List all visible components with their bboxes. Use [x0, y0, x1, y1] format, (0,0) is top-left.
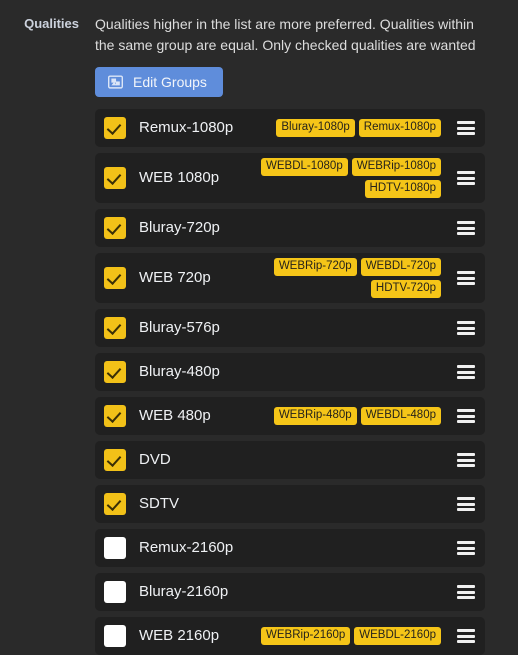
drag-handle-icon[interactable] [457, 220, 475, 236]
quality-badge: WEBDL-2160p [354, 627, 441, 645]
quality-checkbox-checked[interactable] [104, 167, 126, 189]
quality-row[interactable]: WEB 2160p WEBRip-2160p WEBDL-2160p [95, 617, 485, 655]
qualities-section-content: Qualities higher in the list are more pr… [95, 14, 518, 655]
quality-row[interactable]: Remux-1080p Bluray-1080p Remux-1080p [95, 109, 485, 147]
quality-row[interactable]: WEB 720p WEBRip-720p WEBDL-720p HDTV-720p [95, 253, 485, 303]
quality-badge: HDTV-720p [370, 280, 441, 298]
drag-handle-icon[interactable] [457, 452, 475, 468]
qualities-form-group: Qualities Qualities higher in the list a… [0, 0, 518, 655]
quality-badge-group [228, 226, 441, 230]
quality-badge-group: WEBDL-1080p WEBRip-1080p HDTV-1080p [227, 156, 441, 200]
quality-title: WEB 1080p [139, 169, 220, 186]
quality-row[interactable]: DVD [95, 441, 485, 479]
quality-title: Bluray-2160p [139, 583, 229, 600]
image-group-icon [108, 75, 123, 89]
quality-badge: WEBDL-720p [360, 258, 441, 276]
quality-badge: HDTV-1080p [364, 180, 441, 198]
quality-badge: WEBRip-720p [273, 258, 357, 276]
edit-groups-button[interactable]: Edit Groups [95, 67, 223, 97]
quality-checkbox-unchecked[interactable] [104, 581, 126, 603]
quality-title: WEB 2160p [139, 627, 220, 644]
quality-title: Bluray-576p [139, 319, 220, 336]
quality-badge: WEBDL-1080p [261, 158, 348, 176]
drag-handle-icon[interactable] [457, 540, 475, 556]
drag-handle-icon[interactable] [457, 170, 475, 186]
quality-badge-group: WEBRip-480p WEBDL-480p [219, 405, 441, 427]
quality-badge: WEBRip-2160p [261, 627, 351, 645]
quality-title: Remux-2160p [139, 539, 234, 556]
quality-badge: WEBRip-1080p [351, 158, 441, 176]
quality-title: DVD [139, 451, 171, 468]
drag-handle-icon[interactable] [457, 496, 475, 512]
quality-badge: WEBRip-480p [273, 407, 357, 425]
drag-handle-icon[interactable] [457, 584, 475, 600]
quality-badge-group [228, 370, 441, 374]
quality-badge-group [236, 590, 441, 594]
quality-checkbox-checked[interactable] [104, 267, 126, 289]
qualities-section-label: Qualities [24, 16, 79, 31]
quality-title: Remux-1080p [139, 119, 234, 136]
quality-checkbox-checked[interactable] [104, 361, 126, 383]
quality-checkbox-checked[interactable] [104, 405, 126, 427]
quality-checkbox-checked[interactable] [104, 493, 126, 515]
drag-handle-icon[interactable] [457, 320, 475, 336]
quality-row[interactable]: Remux-2160p [95, 529, 485, 567]
quality-row[interactable]: Bluray-480p [95, 353, 485, 391]
quality-badge-group: Bluray-1080p Remux-1080p [241, 117, 441, 139]
quality-checkbox-checked[interactable] [104, 217, 126, 239]
quality-checkbox-checked[interactable] [104, 317, 126, 339]
quality-title: WEB 720p [139, 269, 211, 286]
quality-row[interactable]: SDTV [95, 485, 485, 523]
quality-badge-group [179, 458, 441, 462]
quality-row[interactable]: Bluray-720p [95, 209, 485, 247]
quality-title: WEB 480p [139, 407, 211, 424]
quality-row[interactable]: WEB 1080p WEBDL-1080p WEBRip-1080p HDTV-108… [95, 153, 485, 203]
drag-handle-icon[interactable] [457, 628, 475, 644]
quality-badge-group: WEBRip-2160p WEBDL-2160p [227, 625, 441, 647]
drag-handle-icon[interactable] [457, 270, 475, 286]
quality-row[interactable]: Bluray-2160p [95, 573, 485, 611]
quality-checkbox-unchecked[interactable] [104, 537, 126, 559]
quality-checkbox-checked[interactable] [104, 449, 126, 471]
edit-groups-button-label: Edit Groups [133, 74, 207, 90]
quality-checkbox-checked[interactable] [104, 117, 126, 139]
quality-row[interactable]: WEB 480p WEBRip-480p WEBDL-480p [95, 397, 485, 435]
drag-handle-icon[interactable] [457, 364, 475, 380]
quality-title: SDTV [139, 495, 180, 512]
quality-title: Bluray-480p [139, 363, 220, 380]
qualities-list: Remux-1080p Bluray-1080p Remux-1080p WEB 10… [95, 109, 485, 655]
drag-handle-icon[interactable] [457, 120, 475, 136]
drag-handle-icon[interactable] [457, 408, 475, 424]
qualities-helptext: Qualities higher in the list are more pr… [95, 16, 476, 53]
quality-checkbox-unchecked[interactable] [104, 625, 126, 647]
quality-row[interactable]: Bluray-576p [95, 309, 485, 347]
quality-badge: Remux-1080p [358, 119, 441, 137]
quality-badge-group [241, 546, 441, 550]
quality-badge-group [228, 326, 441, 330]
quality-badge-group: WEBRip-720p WEBDL-720p HDTV-720p [219, 256, 441, 300]
quality-badge: WEBDL-480p [360, 407, 441, 425]
quality-badge: Bluray-1080p [276, 119, 355, 137]
quality-title: Bluray-720p [139, 219, 220, 236]
quality-badge-group [187, 502, 441, 506]
